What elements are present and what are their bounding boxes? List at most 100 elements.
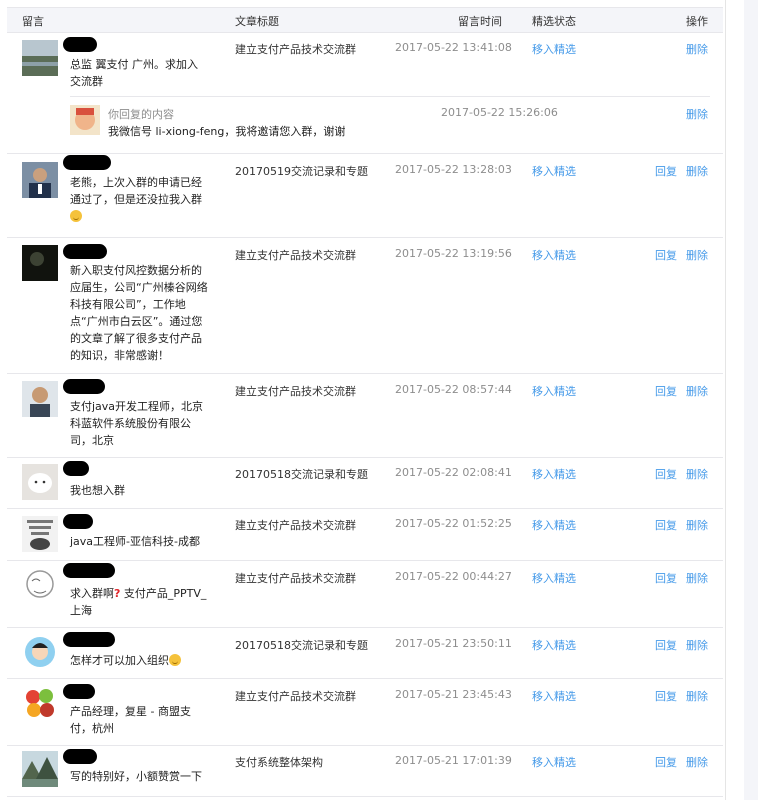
table-row: 写的特别好，小额赞赏一下 支付系统整体架构 2017-05-21 17:01:3… xyxy=(7,746,723,797)
comment-time: 2017-05-21 17:01:39 xyxy=(395,754,512,767)
author-reply: 你回复的内容 我微信号 li-xiong-feng，我将邀请您入群，谢谢 201… xyxy=(70,96,710,153)
move-to-featured-link[interactable]: 移入精选 xyxy=(532,570,576,586)
smiley-emoji-icon xyxy=(70,210,82,222)
article-title: 建立支付产品技术交流群 xyxy=(235,690,356,703)
avatar xyxy=(22,567,58,603)
article-title: 20170518交流记录和专题 xyxy=(235,468,368,481)
redacted-username xyxy=(63,244,107,259)
article-title: 建立支付产品技术交流群 xyxy=(235,519,356,532)
comment-text: 我也想入群 xyxy=(70,484,125,497)
delete-link[interactable]: 删除 xyxy=(686,247,708,263)
comment-time: 2017-05-22 00:44:27 xyxy=(395,570,512,583)
reply-link[interactable]: 回复 xyxy=(655,570,677,586)
reply-link[interactable]: 回复 xyxy=(655,247,677,263)
redacted-username xyxy=(63,632,115,647)
comment-text: 新入职支付风控数据分析的应届生，公司“广州榛谷网络科技有限公司”，工作地点“广州… xyxy=(70,264,208,362)
article-title: 20170518交流记录和专题 xyxy=(235,639,368,652)
reply-link[interactable]: 回复 xyxy=(655,383,677,399)
col-action-header: 操作 xyxy=(686,15,708,28)
move-to-featured-link[interactable]: 移入精选 xyxy=(532,637,576,653)
reply-link[interactable]: 回复 xyxy=(655,688,677,704)
move-to-featured-link[interactable]: 移入精选 xyxy=(532,383,576,399)
table-row: 总监 翼支付 广州。求加入交流群 建立支付产品技术交流群 2017-05-22 … xyxy=(7,32,723,154)
table-row: 产品经理，复星 - 商盟支付，杭州 建立支付产品技术交流群 2017-05-21… xyxy=(7,679,723,746)
col-message-header: 留言 xyxy=(22,15,44,28)
table-row: 老熊，上次入群的申请已经通过了，但是还没拉我入群 20170519交流记录和专题… xyxy=(7,154,723,238)
article-title: 建立支付产品技术交流群 xyxy=(235,249,356,262)
reply-link[interactable]: 回复 xyxy=(655,637,677,653)
delete-link[interactable]: 删除 xyxy=(686,754,708,770)
reply-avatar xyxy=(70,105,100,135)
delete-link[interactable]: 删除 xyxy=(686,570,708,586)
reply-time: 2017-05-22 15:26:06 xyxy=(441,106,558,119)
table-row: java工程师-亚信科技-成都 建立支付产品技术交流群 2017-05-22 0… xyxy=(7,509,723,561)
article-title: 建立支付产品技术交流群 xyxy=(235,572,356,585)
comment-text: 写的特别好，小额赞赏一下 xyxy=(70,770,202,783)
reply-link[interactable]: 回复 xyxy=(655,466,677,482)
article-title: 20170519交流记录和专题 xyxy=(235,165,368,178)
table-row: 我也想入群 20170518交流记录和专题 2017-05-22 02:08:4… xyxy=(7,458,723,509)
redacted-username xyxy=(63,379,105,394)
avatar xyxy=(22,516,58,552)
delete-link[interactable]: 删除 xyxy=(686,41,708,57)
comment-text: 产品经理，复星 - 商盟支付，杭州 xyxy=(70,705,191,735)
avatar xyxy=(22,751,58,787)
scrollbar-track[interactable] xyxy=(744,0,758,800)
comment-text-part-a: 求入群啊 xyxy=(70,587,114,600)
move-to-featured-link[interactable]: 移入精选 xyxy=(532,41,576,57)
redacted-username xyxy=(63,514,93,529)
smiley-emoji-icon xyxy=(169,654,181,666)
move-to-featured-link[interactable]: 移入精选 xyxy=(532,688,576,704)
redacted-username xyxy=(63,749,97,764)
move-to-featured-link[interactable]: 移入精选 xyxy=(532,466,576,482)
comment-time: 2017-05-22 13:28:03 xyxy=(395,163,512,176)
reply-link[interactable]: 回复 xyxy=(655,163,677,179)
article-title: 建立支付产品技术交流群 xyxy=(235,43,356,56)
move-to-featured-link[interactable]: 移入精选 xyxy=(532,517,576,533)
comment-text: 老熊，上次入群的申请已经通过了，但是还没拉我入群 xyxy=(70,174,210,225)
avatar xyxy=(22,634,58,670)
delete-link[interactable]: 删除 xyxy=(686,163,708,179)
col-time-header: 留言时间 xyxy=(458,15,502,28)
redacted-username xyxy=(63,155,111,170)
comment-text-body: 老熊，上次入群的申请已经通过了，但是还没拉我入群 xyxy=(70,176,202,206)
delete-link[interactable]: 删除 xyxy=(686,517,708,533)
redacted-username xyxy=(63,684,95,699)
comment-time: 2017-05-21 23:50:11 xyxy=(395,637,512,650)
avatar xyxy=(22,245,58,281)
move-to-featured-link[interactable]: 移入精选 xyxy=(532,163,576,179)
table-row: 求入群啊? 支付产品_PPTV_上海 建立支付产品技术交流群 2017-05-2… xyxy=(7,561,723,628)
avatar xyxy=(22,162,58,198)
comment-text-body: 怎样才可以加入组织 xyxy=(70,654,169,667)
comment-time: 2017-05-22 02:08:41 xyxy=(395,466,512,479)
article-title: 建立支付产品技术交流群 xyxy=(235,385,356,398)
comment-text: 总监 翼支付 广州。求加入交流群 xyxy=(70,58,198,88)
delete-link[interactable]: 删除 xyxy=(686,688,708,704)
article-title: 支付系统整体架构 xyxy=(235,756,323,769)
delete-link[interactable]: 删除 xyxy=(686,466,708,482)
delete-link[interactable]: 删除 xyxy=(686,637,708,653)
avatar xyxy=(22,685,58,721)
reply-link[interactable]: 回复 xyxy=(655,754,677,770)
redacted-username xyxy=(63,37,97,52)
table-row: 新入职支付风控数据分析的应届生，公司“广州榛谷网络科技有限公司”，工作地点“广州… xyxy=(7,238,723,374)
avatar xyxy=(22,40,58,76)
col-featured-header: 精选状态 xyxy=(532,15,576,28)
redacted-username xyxy=(63,461,89,476)
table-row: 怎样才可以加入组织 20170518交流记录和专题 2017-05-21 23:… xyxy=(7,628,723,679)
move-to-featured-link[interactable]: 移入精选 xyxy=(532,754,576,770)
table-row: 支付java开发工程师，北京科蓝软件系统股份有限公司，北京 建立支付产品技术交流… xyxy=(7,374,723,458)
comment-text: java工程师-亚信科技-成都 xyxy=(70,535,200,548)
red-question-mark-icon: ? xyxy=(114,587,121,600)
delete-reply-link[interactable]: 删除 xyxy=(686,106,708,122)
col-title-header: 文章标题 xyxy=(235,15,279,28)
delete-link[interactable]: 删除 xyxy=(686,383,708,399)
comment-text: 求入群啊? 支付产品_PPTV_上海 xyxy=(70,585,210,619)
comment-text: 怎样才可以加入组织 xyxy=(70,652,220,669)
comment-time: 2017-05-22 13:41:08 xyxy=(395,41,512,54)
comment-time: 2017-05-21 23:45:43 xyxy=(395,688,512,701)
comment-text: 支付java开发工程师，北京科蓝软件系统股份有限公司，北京 xyxy=(70,400,204,447)
reply-link[interactable]: 回复 xyxy=(655,517,677,533)
move-to-featured-link[interactable]: 移入精选 xyxy=(532,247,576,263)
comment-time: 2017-05-22 08:57:44 xyxy=(395,383,512,396)
